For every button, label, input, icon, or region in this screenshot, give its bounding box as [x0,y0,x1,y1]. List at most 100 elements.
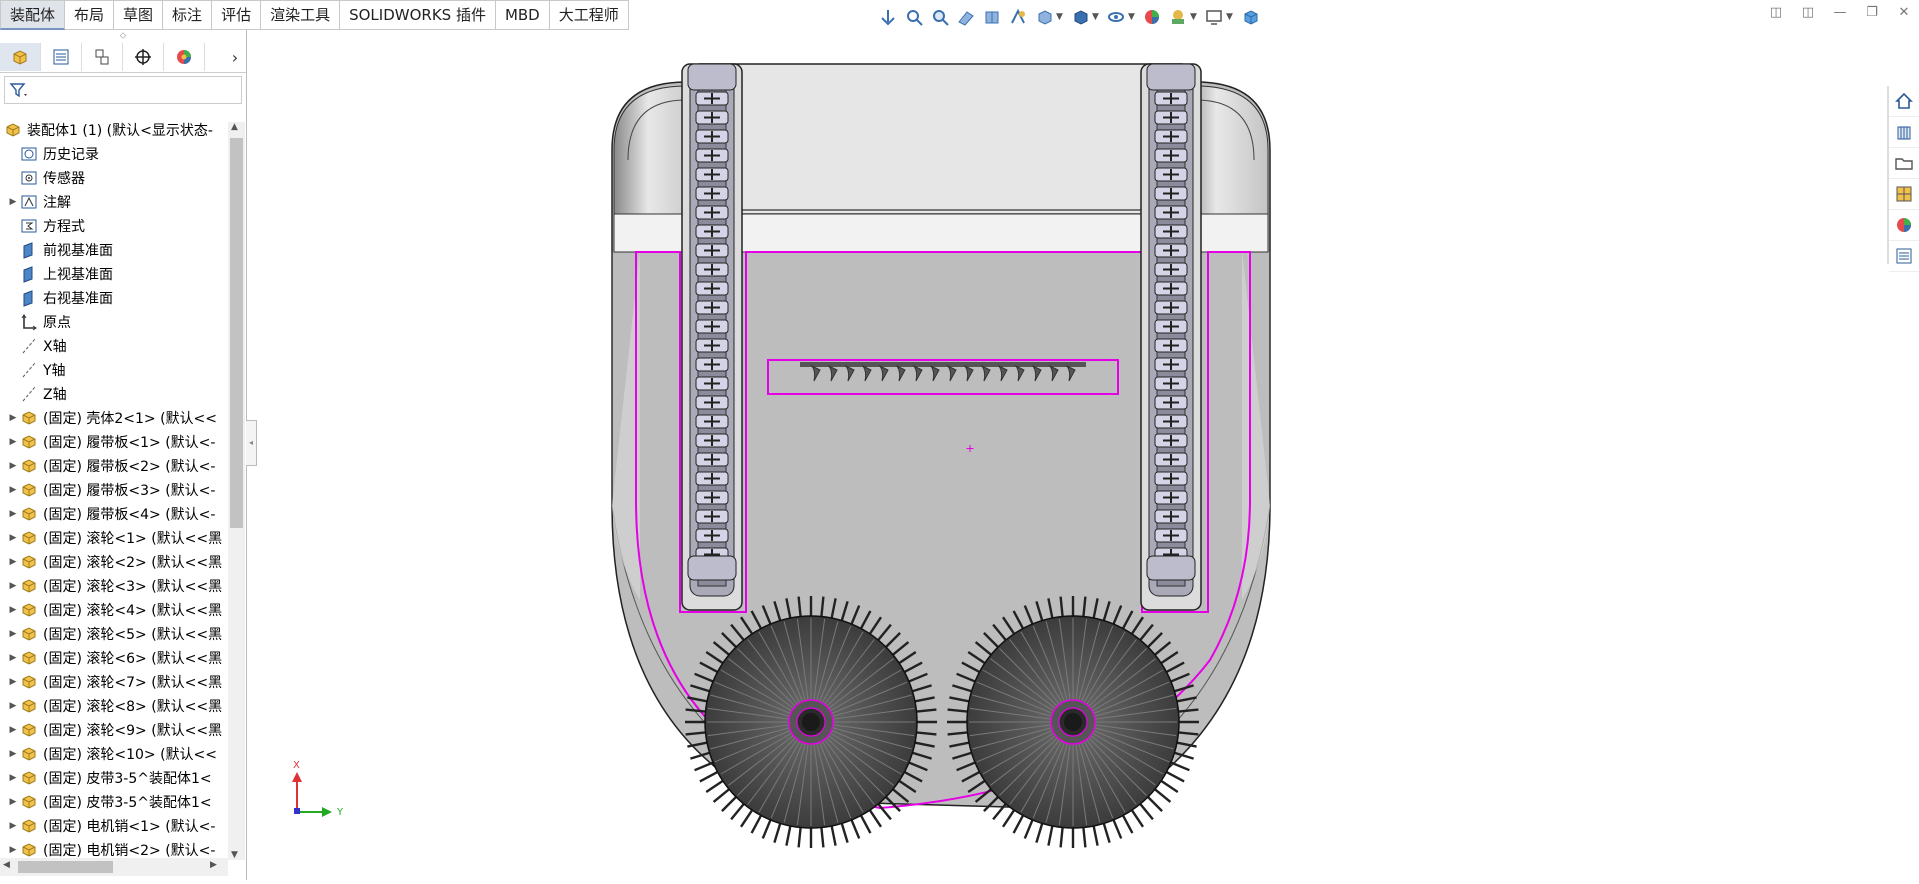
tree-item[interactable]: ▶ (固定) 履带板<3> (默认<- [0,478,228,502]
tab-5[interactable]: 渲染工具 [261,0,341,30]
tree-item[interactable]: 传感器 [0,166,228,190]
expand-arrow-icon[interactable]: ▶ [6,485,20,495]
scrollbar-thumb[interactable] [18,861,113,873]
tree-item[interactable]: ▶ (固定) 皮带3-5^装配体1< [0,766,228,790]
view-orientation-icon[interactable] [878,7,898,27]
dynamic-annotation-icon[interactable] [1008,7,1028,27]
view-palette-icon[interactable] [1889,179,1919,210]
expand-arrow-icon[interactable]: ▶ [6,797,20,807]
restore-icon[interactable]: ❐ [1863,4,1881,22]
design-library-icon[interactable] [1889,117,1919,148]
expand-arrow-icon[interactable]: ▶ [6,533,20,543]
right-roller-brush[interactable] [947,596,1199,848]
custom-properties-icon[interactable] [1889,241,1919,272]
tab-7[interactable]: MBD [495,0,550,30]
tree-item[interactable]: ▶ (固定) 履带板<4> (默认<- [0,502,228,526]
expand-arrow-icon[interactable]: ▶ [6,845,20,855]
expand-arrow-icon[interactable]: ▶ [6,413,20,423]
tree-item[interactable]: ▶ (固定) 电机销<1> (默认<- [0,814,228,838]
tree-item[interactable]: ▶ (固定) 滚轮<6> (默认<<黑 [0,646,228,670]
tree-item[interactable]: ▶ (固定) 滚轮<5> (默认<<黑 [0,622,228,646]
tree-item[interactable]: ▶ (固定) 履带板<2> (默认<- [0,454,228,478]
tab-0[interactable]: 装配体 [0,0,66,30]
property-manager-tab[interactable] [41,43,82,71]
expand-arrow-icon[interactable]: ▶ [6,557,20,567]
tab-3[interactable]: 标注 [163,0,213,30]
configuration-manager-tab[interactable] [82,43,123,71]
tree-item[interactable]: ▶ (固定) 滚轮<7> (默认<<黑 [0,670,228,694]
chevron-right-icon[interactable]: › [224,48,246,67]
tree-item[interactable]: ▶ (固定) 皮带3-5^装配体1< [0,790,228,814]
expand-arrow-icon[interactable]: ▶ [6,653,20,663]
tree-filter[interactable] [4,76,242,104]
chevron-down-icon[interactable]: ▼ [1128,12,1136,22]
tree-item[interactable]: ▶ 注解 [0,190,228,214]
tab-4[interactable]: 评估 [212,0,262,30]
tree-item[interactable]: 前视基准面 [0,238,228,262]
expand-arrow-icon[interactable]: ▶ [6,197,20,207]
tree-item[interactable]: ▶ (固定) 履带板<1> (默认<- [0,430,228,454]
chevron-down-icon[interactable]: ▼ [1190,12,1198,22]
hide-show-items-icon[interactable] [1106,7,1126,27]
3d-view-icon[interactable] [1240,7,1260,27]
tab-8[interactable]: 大工程师 [549,0,629,30]
previous-view-icon[interactable] [956,7,976,27]
apply-scene-icon[interactable] [1168,7,1188,27]
chevron-down-icon[interactable]: ▼ [1056,12,1064,22]
tree-vertical-scrollbar[interactable]: ▲ ▼ [228,122,245,860]
expand-arrow-icon[interactable]: ▶ [6,677,20,687]
tree-item[interactable]: 原点 [0,310,228,334]
display-manager-tab[interactable] [164,43,205,71]
expand-arrow-icon[interactable]: ▶ [6,821,20,831]
tree-root-assembly[interactable]: 装配体1 (1) (默认<显示状态- [0,118,228,142]
scroll-up-icon[interactable]: ▲ [231,122,238,132]
zoom-to-area-icon[interactable] [930,7,950,27]
tree-item[interactable]: 历史记录 [0,142,228,166]
scroll-right-icon[interactable]: ▶ [210,860,217,870]
panel-grip-icon[interactable]: ⬦ [0,30,246,42]
view-orientation-cube-icon[interactable] [1034,7,1054,27]
scroll-down-icon[interactable]: ▼ [231,850,238,860]
feature-manager-tab[interactable] [0,43,41,71]
expand-arrow-icon[interactable]: ▶ [6,725,20,735]
left-track[interactable] [681,63,743,611]
zoom-to-fit-icon[interactable] [904,7,924,27]
tree-item[interactable]: 上视基准面 [0,262,228,286]
tree-item[interactable]: 右视基准面 [0,286,228,310]
tree-item[interactable]: ▶ (固定) 滚轮<10> (默认<< [0,742,228,766]
expand-arrow-icon[interactable]: ▶ [6,749,20,759]
tree-item[interactable]: ▶ (固定) 滚轮<1> (默认<<黑 [0,526,228,550]
tab-2[interactable]: 草图 [114,0,164,30]
solidworks-resources-icon[interactable] [1889,86,1919,117]
expand-arrow-icon[interactable]: ▶ [6,509,20,519]
tree-item[interactable]: ▶ (固定) 滚轮<3> (默认<<黑 [0,574,228,598]
graphics-area[interactable]: X Y [256,30,1886,880]
tree-item[interactable]: ▶ (固定) 滚轮<9> (默认<<黑 [0,718,228,742]
tree-item[interactable]: Y轴 [0,358,228,382]
close-icon[interactable]: ✕ [1895,4,1913,22]
right-track[interactable] [1140,63,1202,611]
tree-horizontal-scrollbar[interactable]: ◀ ▶ [0,858,228,876]
tab-1[interactable]: 布局 [65,0,115,30]
display-style-icon[interactable] [1070,7,1090,27]
tile-left-icon[interactable]: ◫ [1767,4,1785,22]
tab-6[interactable]: SOLIDWORKS 插件 [340,0,496,30]
dimxpert-manager-tab[interactable] [123,43,164,71]
expand-arrow-icon[interactable]: ▶ [6,461,20,471]
chevron-down-icon[interactable]: ▼ [1092,12,1100,22]
tree-item[interactable]: ▶ (固定) 壳体2<1> (默认<< [0,406,228,430]
section-view-icon[interactable] [982,7,1002,27]
tree-item[interactable]: 方程式 [0,214,228,238]
chevron-down-icon[interactable]: ▼ [1226,12,1234,22]
tile-right-icon[interactable]: ◫ [1799,4,1817,22]
view-settings-icon[interactable] [1204,7,1224,27]
tree-item[interactable]: ▶ (固定) 滚轮<4> (默认<<黑 [0,598,228,622]
expand-arrow-icon[interactable]: ▶ [6,437,20,447]
scroll-left-icon[interactable]: ◀ [3,860,10,870]
edit-appearance-icon[interactable] [1142,7,1162,27]
expand-arrow-icon[interactable]: ▶ [6,701,20,711]
tree-item[interactable]: ▶ (固定) 电机销<2> (默认<- [0,838,228,858]
scrollbar-thumb[interactable] [230,138,243,528]
expand-arrow-icon[interactable]: ▶ [6,581,20,591]
minimize-icon[interactable]: — [1831,4,1849,22]
